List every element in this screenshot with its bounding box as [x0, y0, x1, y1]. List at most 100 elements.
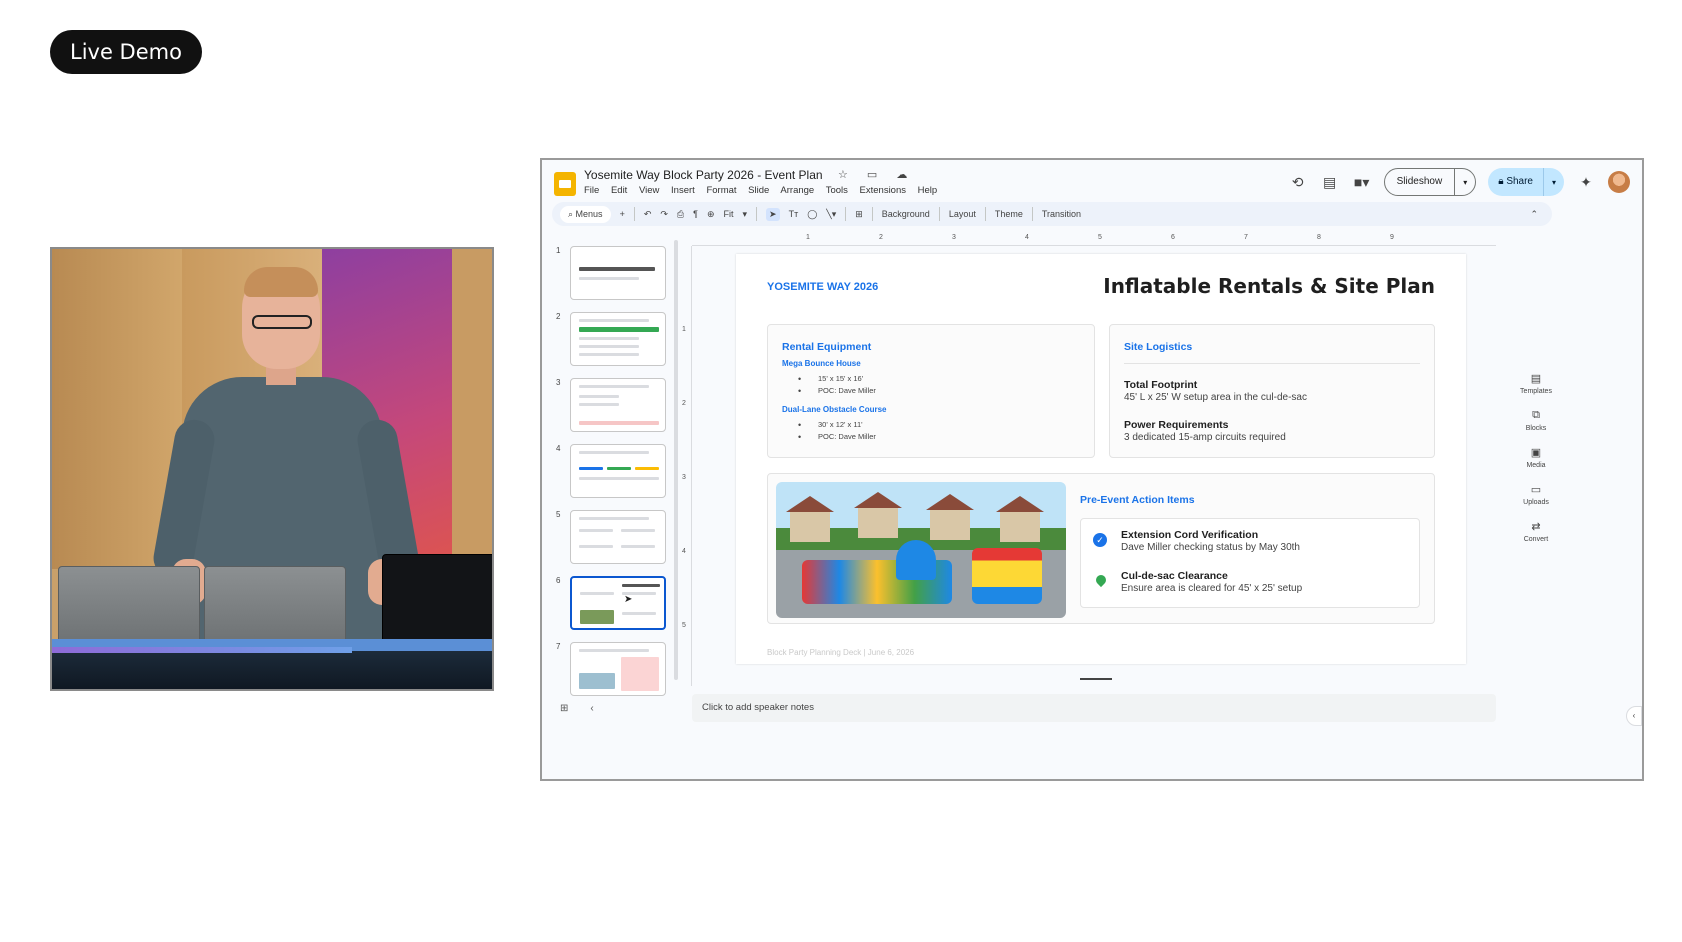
- menu-bar: File Edit View Insert Format Slide Arran…: [584, 185, 946, 196]
- rental-heading: Rental Equipment: [782, 341, 872, 353]
- avatar[interactable]: [1608, 171, 1630, 193]
- history-icon[interactable]: ⟲: [1288, 174, 1308, 191]
- menu-tools[interactable]: Tools: [826, 185, 848, 196]
- zoom-select[interactable]: Fit: [724, 209, 734, 219]
- gemini-sparkle-icon[interactable]: ✦: [1576, 174, 1596, 191]
- menu-slide[interactable]: Slide: [748, 185, 769, 196]
- slide[interactable]: YOSEMITE WAY 2026 Inflatable Rentals & S…: [736, 254, 1466, 664]
- select-cursor-icon[interactable]: ➤: [766, 207, 780, 221]
- notes-resize-handle[interactable]: [1080, 678, 1112, 680]
- search-icon: ⌕: [568, 208, 576, 219]
- shape-icon[interactable]: ◯: [807, 209, 817, 220]
- comment-add-icon[interactable]: ⊞: [855, 209, 863, 220]
- action-heading: Cul-de-sac Clearance: [1121, 570, 1228, 582]
- chevron-up-icon[interactable]: ⌃: [1530, 209, 1538, 220]
- slide-canvas[interactable]: YOSEMITE WAY 2026 Inflatable Rentals & S…: [692, 246, 1496, 686]
- slide-thumbnail[interactable]: [570, 444, 666, 498]
- thumbnail-number: 2: [556, 312, 561, 321]
- vertical-ruler: 1 2 3 4 5: [680, 246, 692, 686]
- thumbnail-row[interactable]: 6 ➤: [556, 576, 666, 630]
- chevron-down-icon[interactable]: ▾: [1455, 178, 1475, 187]
- action-text: Ensure area is cleared for 45' x 25' set…: [1121, 583, 1303, 594]
- chevron-down-icon[interactable]: ▾: [1544, 178, 1564, 187]
- thumbnail-row[interactable]: 1: [556, 246, 666, 300]
- star-move-cloud-icons[interactable]: ☆ ▭ ☁: [838, 168, 915, 181]
- share-label[interactable]: 🔒︎ Share: [1488, 168, 1544, 196]
- logistics-heading: Site Logistics: [1124, 341, 1193, 353]
- thumbnail-row[interactable]: 4: [556, 444, 666, 498]
- thumbnail-number: 1: [556, 246, 561, 255]
- menu-extensions[interactable]: Extensions: [860, 185, 906, 196]
- print-icon[interactable]: ⎙: [677, 209, 684, 220]
- slide-thumbnail[interactable]: [570, 246, 666, 300]
- background-button[interactable]: Background: [882, 209, 930, 219]
- side-blocks[interactable]: ⧉ Blocks: [1526, 409, 1547, 432]
- power-heading: Power Requirements: [1124, 419, 1229, 431]
- thumbnail-row[interactable]: 5: [556, 510, 666, 564]
- filmstrip-scrollbar[interactable]: [674, 240, 678, 680]
- item-details: 30' x 12' x 11' POC: Dave Miller: [782, 419, 876, 443]
- comments-icon[interactable]: ▤: [1320, 174, 1340, 191]
- laptop-1: [58, 566, 200, 646]
- mouse-cursor-icon: ➤: [624, 594, 633, 605]
- thumbnail-row[interactable]: 2: [556, 312, 666, 366]
- slide-title[interactable]: Inflatable Rentals & Site Plan: [1103, 274, 1435, 298]
- undo-icon[interactable]: ↶: [644, 209, 652, 220]
- slides-app-icon[interactable]: [554, 172, 576, 196]
- thumbnail-number: 5: [556, 510, 561, 519]
- menu-arrange[interactable]: Arrange: [780, 185, 814, 196]
- meet-camera-icon[interactable]: ■▾: [1352, 174, 1372, 191]
- site-logistics-card[interactable]: Site Logistics Total Footprint 45' L x 2…: [1109, 324, 1435, 458]
- speaker-notes[interactable]: Click to add speaker notes: [692, 694, 1496, 722]
- document-title[interactable]: Yosemite Way Block Party 2026 - Event Pl…: [584, 168, 823, 182]
- paint-format-icon[interactable]: ¶: [693, 209, 698, 219]
- menu-insert[interactable]: Insert: [671, 185, 695, 196]
- zoom-icon[interactable]: ⊕: [707, 209, 715, 220]
- grid-view-icon[interactable]: ⊞: [560, 703, 590, 714]
- theme-button[interactable]: Theme: [995, 209, 1023, 219]
- slideshow-label[interactable]: Slideshow: [1385, 169, 1456, 195]
- slide-brand[interactable]: YOSEMITE WAY 2026: [767, 281, 878, 293]
- inflatables-illustration[interactable]: [776, 482, 1066, 618]
- new-slide-icon[interactable]: +: [620, 209, 625, 219]
- slide-footer[interactable]: Block Party Planning Deck | June 6, 2026: [767, 648, 914, 657]
- presenter-video: [50, 247, 494, 691]
- chevron-down-icon[interactable]: ▾: [743, 209, 748, 220]
- slideshow-button[interactable]: Slideshow ▾: [1383, 168, 1477, 196]
- redo-icon[interactable]: ↷: [660, 209, 668, 220]
- transition-button[interactable]: Transition: [1042, 209, 1081, 219]
- side-templates[interactable]: ▤ Templates: [1520, 372, 1552, 395]
- power-text: 3 dedicated 15-amp circuits required: [1124, 432, 1286, 443]
- slide-thumbnail[interactable]: [570, 642, 666, 696]
- menus-search[interactable]: ⌕ Menus: [560, 205, 611, 223]
- action-list[interactable]: ✓ Extension Cord Verification Dave Mille…: [1080, 518, 1420, 608]
- slide-thumbnail-selected[interactable]: ➤: [570, 576, 666, 630]
- slide-thumbnail[interactable]: [570, 510, 666, 564]
- menu-help[interactable]: Help: [918, 185, 938, 196]
- rental-equipment-card[interactable]: Rental Equipment Mega Bounce House 15' x…: [767, 324, 1095, 458]
- menu-view[interactable]: View: [639, 185, 659, 196]
- location-pin-icon: [1093, 572, 1109, 588]
- side-panel-collapse[interactable]: ‹: [1626, 706, 1642, 726]
- menu-file[interactable]: File: [584, 185, 599, 196]
- filmstrip: 1 2 3 4 5 6 ➤ 7: [542, 234, 674, 696]
- templates-icon: ▤: [1530, 373, 1542, 385]
- share-button[interactable]: 🔒︎ Share ▾: [1488, 168, 1564, 196]
- title-bar: Yosemite Way Block Party 2026 - Event Pl…: [542, 160, 1642, 206]
- text-box-icon[interactable]: Tт: [789, 209, 799, 219]
- slide-thumbnail[interactable]: [570, 312, 666, 366]
- thumbnail-row[interactable]: 7: [556, 642, 666, 696]
- line-icon[interactable]: ╲▾: [826, 209, 836, 220]
- menu-edit[interactable]: Edit: [611, 185, 627, 196]
- layout-button[interactable]: Layout: [949, 209, 976, 219]
- live-demo-badge: Live Demo: [50, 30, 202, 74]
- thumbnail-row[interactable]: 3: [556, 378, 666, 432]
- side-convert[interactable]: ⇄ Convert: [1524, 520, 1549, 543]
- side-media[interactable]: ▣ Media: [1526, 446, 1545, 469]
- action-items-card[interactable]: Pre-Event Action Items ✓ Extension Cord …: [767, 473, 1435, 624]
- chevron-left-icon[interactable]: ‹: [590, 703, 615, 714]
- side-uploads[interactable]: ▭ Uploads: [1523, 483, 1549, 506]
- menu-format[interactable]: Format: [706, 185, 736, 196]
- thumbnail-number: 4: [556, 444, 561, 453]
- slide-thumbnail[interactable]: [570, 378, 666, 432]
